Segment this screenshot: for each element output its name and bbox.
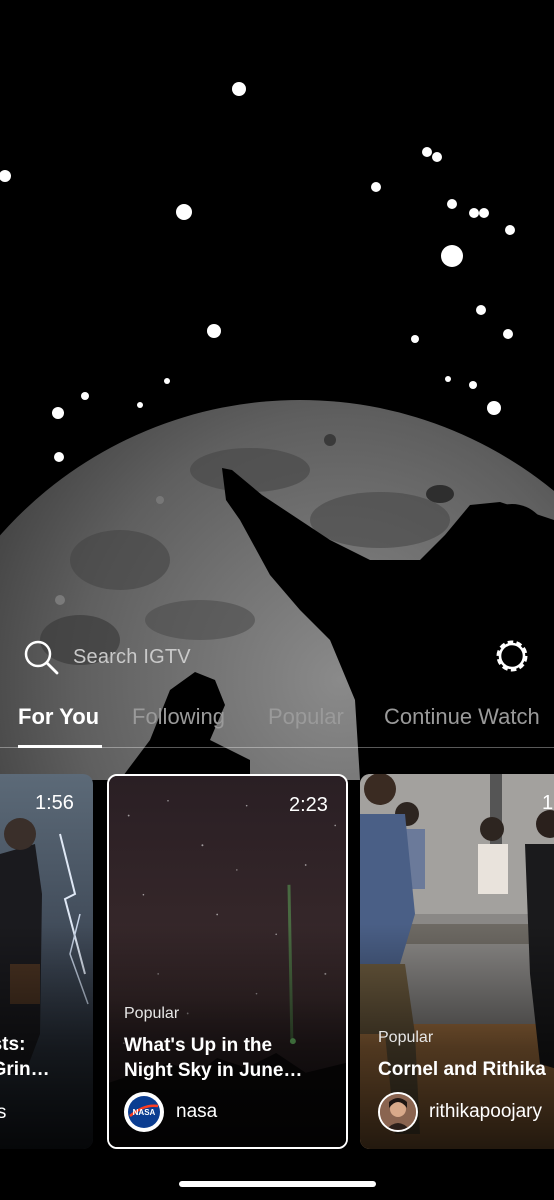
tabs-divider [0,747,554,748]
video-title-line2: f Grin… [0,1059,50,1080]
video-category: Popular [124,1005,180,1022]
search-row: Search IGTV [0,630,554,686]
video-title: Cornel and Rithika [378,1059,546,1080]
svg-text:NASA: NASA [133,1108,156,1117]
video-title-line2: Night Sky in June… [124,1060,303,1081]
category-tabs: For You Following Popular Continue Watch [0,700,554,750]
channel-name: res [0,1102,7,1123]
video-category: Popular [378,1029,434,1046]
channel-name: rithikapoojary [429,1101,542,1122]
channel-avatar [378,1092,418,1132]
video-duration: 1:56 [35,792,74,814]
search-input[interactable]: Search IGTV [73,646,191,669]
video-duration: 2:23 [289,794,328,816]
tab-following[interactable]: Following [132,704,225,730]
nasa-logo-icon: NASA [128,1096,160,1128]
video-title-line1: nsts: [0,1034,26,1055]
video-card-selected[interactable]: 2:23 Popular What's Up in the Night Sky … [107,774,348,1149]
channel-avatar: NASA [124,1092,164,1132]
video-card[interactable]: 1 Popular Cornel and Rithika rithikapooj… [360,774,554,1149]
home-indicator[interactable] [179,1181,376,1187]
tab-popular[interactable]: Popular [268,704,344,730]
video-title-line1: What's Up in the [124,1035,273,1056]
user-avatar-icon [380,1094,416,1130]
video-card[interactable]: 1:56 nsts: f Grin… res [0,774,93,1149]
channel-name: nasa [176,1101,218,1122]
tab-for-you[interactable]: For You [18,704,99,730]
tab-continue-watching[interactable]: Continue Watch [384,704,540,730]
video-duration: 1 [542,792,554,814]
search-icon[interactable] [22,638,60,676]
gear-icon[interactable] [492,636,532,676]
